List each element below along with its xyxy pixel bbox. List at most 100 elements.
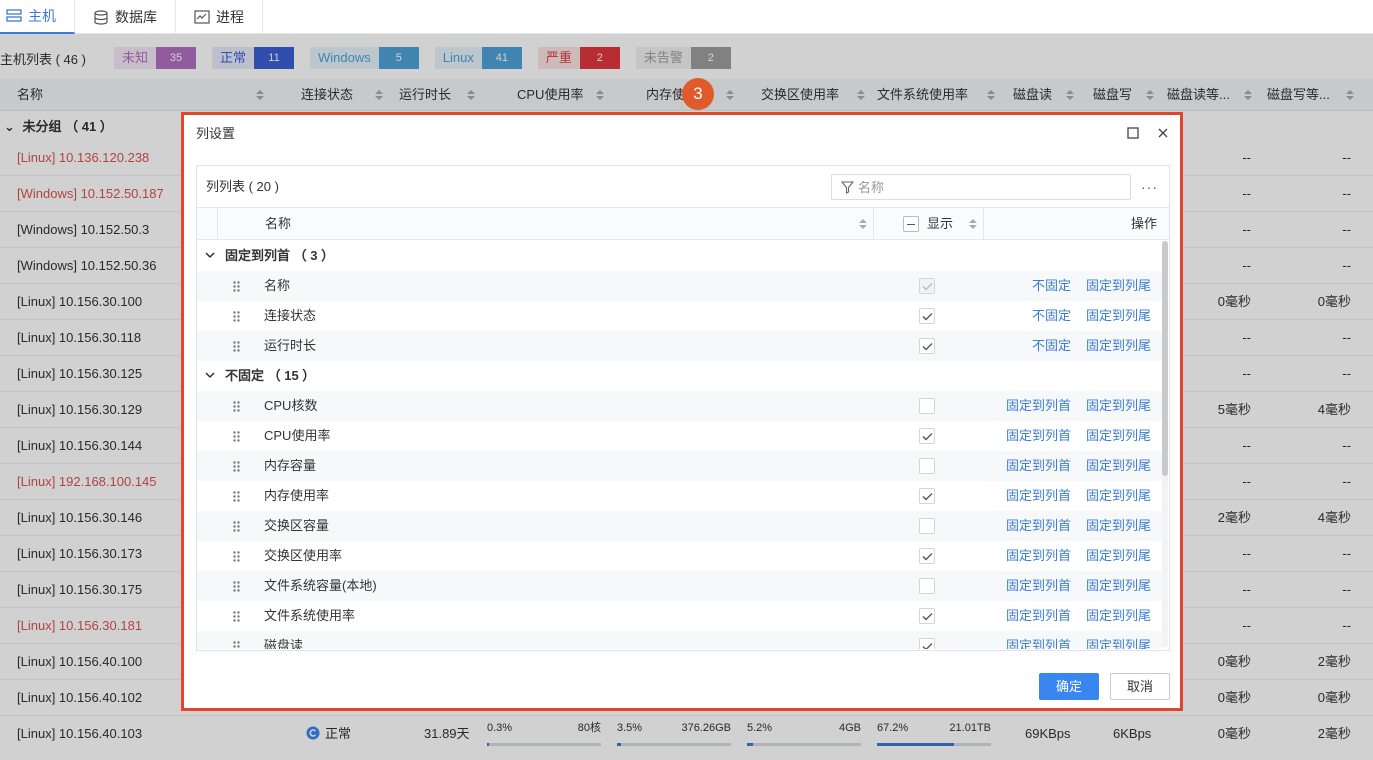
sort-icon[interactable] [969, 219, 977, 229]
column-name: 磁盘读 [264, 638, 304, 649]
list-item[interactable]: CPU使用率 固定到列首 固定到列尾 [197, 421, 1163, 451]
tab-process[interactable]: 进程 [176, 0, 263, 34]
pin-to-end-link[interactable]: 固定到列尾 [1086, 571, 1151, 601]
show-checkbox[interactable] [919, 338, 935, 354]
column-group[interactable]: 不固定 （ 15 ） [197, 361, 1163, 391]
list-item[interactable]: CPU核数 固定到列首 固定到列尾 [197, 391, 1163, 421]
list-item[interactable]: 文件系统容量(本地) 固定到列首 固定到列尾 [197, 571, 1163, 601]
column-name: CPU核数 [264, 398, 318, 413]
pin-to-end-link[interactable]: 固定到列尾 [1086, 391, 1151, 421]
show-checkbox[interactable] [919, 488, 935, 504]
top-tab-bar: 主机 数据库 进程 [0, 0, 1373, 34]
pin-action-link[interactable]: 固定到列首 [1006, 541, 1071, 571]
list-item[interactable]: 磁盘读 固定到列首 固定到列尾 [197, 631, 1163, 649]
tab-host[interactable]: 主机 [0, 0, 75, 34]
pin-action-link[interactable]: 固定到列首 [1006, 631, 1071, 649]
drag-handle-icon[interactable] [233, 431, 240, 442]
show-checkbox[interactable] [919, 458, 935, 474]
column-settings-dialog: 列设置 列列表 ( 20 ) ··· 名称 显示 操作 固定到列首 （ 3 [181, 112, 1183, 711]
show-checkbox [919, 278, 935, 294]
column-name: 名称 [264, 278, 291, 293]
chevron-down-icon[interactable] [205, 252, 215, 259]
pin-to-end-link[interactable]: 固定到列尾 [1086, 511, 1151, 541]
drag-handle-icon[interactable] [233, 281, 240, 292]
column-name: 运行时长 [264, 338, 317, 353]
show-checkbox[interactable] [919, 428, 935, 444]
pin-action-link[interactable]: 固定到列首 [1006, 391, 1071, 421]
tab-database[interactable]: 数据库 [75, 0, 176, 34]
col-header-name[interactable]: 名称 [265, 208, 291, 240]
pin-action-link[interactable]: 固定到列首 [1006, 451, 1071, 481]
pin-action-link[interactable]: 不固定 [1032, 301, 1071, 331]
select-all-checkbox[interactable] [903, 216, 919, 232]
close-icon[interactable] [1156, 126, 1170, 140]
column-name: 内存使用率 [264, 488, 330, 503]
group-label: 固定到列首 （ 3 ） [225, 248, 335, 263]
column-filter-input[interactable] [858, 178, 1118, 196]
pin-action-link[interactable]: 固定到列首 [1006, 601, 1071, 631]
pin-action-link[interactable]: 固定到列首 [1006, 481, 1071, 511]
pin-to-end-link[interactable]: 固定到列尾 [1086, 481, 1151, 511]
list-item[interactable]: 内存使用率 固定到列首 固定到列尾 [197, 481, 1163, 511]
drag-handle-icon[interactable] [233, 611, 240, 622]
drag-handle-icon[interactable] [233, 341, 240, 352]
drag-handle-icon[interactable] [233, 581, 240, 592]
show-checkbox[interactable] [919, 638, 935, 649]
column-list-title: 列列表 ( 20 ) [206, 179, 279, 194]
drag-handle-icon[interactable] [233, 491, 240, 502]
column-list-header: 列列表 ( 20 ) ··· [197, 166, 1169, 208]
list-item[interactable]: 名称 不固定 固定到列尾 [197, 271, 1163, 301]
confirm-button[interactable]: 确定 [1039, 673, 1099, 700]
pin-action-link[interactable]: 不固定 [1032, 271, 1071, 301]
database-icon [94, 9, 108, 25]
drag-handle-icon[interactable] [233, 311, 240, 322]
pin-to-end-link[interactable]: 固定到列尾 [1086, 541, 1151, 571]
column-group[interactable]: 固定到列首 （ 3 ） [197, 241, 1163, 271]
show-checkbox[interactable] [919, 548, 935, 564]
column-filter[interactable] [831, 174, 1131, 200]
column-name: CPU使用率 [264, 428, 331, 443]
pin-to-end-link[interactable]: 固定到列尾 [1086, 601, 1151, 631]
group-label: 不固定 （ 15 ） [225, 368, 316, 383]
chevron-down-icon[interactable] [205, 372, 215, 379]
column-name: 连接状态 [264, 308, 317, 323]
pin-action-link[interactable]: 固定到列首 [1006, 511, 1071, 541]
more-options-icon[interactable]: ··· [1141, 166, 1158, 208]
pin-action-link[interactable]: 不固定 [1032, 331, 1071, 361]
drag-handle-icon[interactable] [233, 461, 240, 472]
show-checkbox[interactable] [919, 578, 935, 594]
drag-handle-icon[interactable] [233, 551, 240, 562]
list-item[interactable]: 交换区容量 固定到列首 固定到列尾 [197, 511, 1163, 541]
col-header-show[interactable]: 显示 [927, 208, 953, 240]
pin-to-end-link[interactable]: 固定到列尾 [1086, 271, 1151, 301]
column-name: 文件系统容量(本地) [264, 578, 377, 593]
list-item[interactable]: 运行时长 不固定 固定到列尾 [197, 331, 1163, 361]
pin-to-end-link[interactable]: 固定到列尾 [1086, 301, 1151, 331]
filter-icon [841, 181, 854, 194]
column-name: 交换区容量 [264, 518, 330, 533]
drag-handle-icon[interactable] [233, 521, 240, 532]
show-checkbox[interactable] [919, 398, 935, 414]
list-item[interactable]: 交换区使用率 固定到列首 固定到列尾 [197, 541, 1163, 571]
cancel-button[interactable]: 取消 [1110, 673, 1170, 700]
show-checkbox[interactable] [919, 308, 935, 324]
list-item[interactable]: 内存容量 固定到列首 固定到列尾 [197, 451, 1163, 481]
list-item[interactable]: 文件系统使用率 固定到列首 固定到列尾 [197, 601, 1163, 631]
list-item[interactable]: 连接状态 不固定 固定到列尾 [197, 301, 1163, 331]
pin-to-end-link[interactable]: 固定到列尾 [1086, 421, 1151, 451]
pin-to-end-link[interactable]: 固定到列尾 [1086, 631, 1151, 649]
show-checkbox[interactable] [919, 518, 935, 534]
show-checkbox[interactable] [919, 608, 935, 624]
drag-handle-icon[interactable] [233, 401, 240, 412]
drag-handle-icon[interactable] [233, 641, 240, 649]
scrollbar[interactable] [1162, 241, 1168, 647]
sort-icon[interactable] [859, 219, 867, 229]
pin-action-link[interactable]: 固定到列首 [1006, 571, 1071, 601]
pin-action-link[interactable]: 固定到列首 [1006, 421, 1071, 451]
maximize-icon[interactable] [1126, 126, 1140, 140]
tab-process-label: 进程 [216, 9, 244, 25]
pin-to-end-link[interactable]: 固定到列尾 [1086, 331, 1151, 361]
col-header-action: 操作 [1130, 216, 1157, 231]
pin-to-end-link[interactable]: 固定到列尾 [1086, 451, 1151, 481]
dialog-header: 列设置 [184, 115, 1180, 153]
